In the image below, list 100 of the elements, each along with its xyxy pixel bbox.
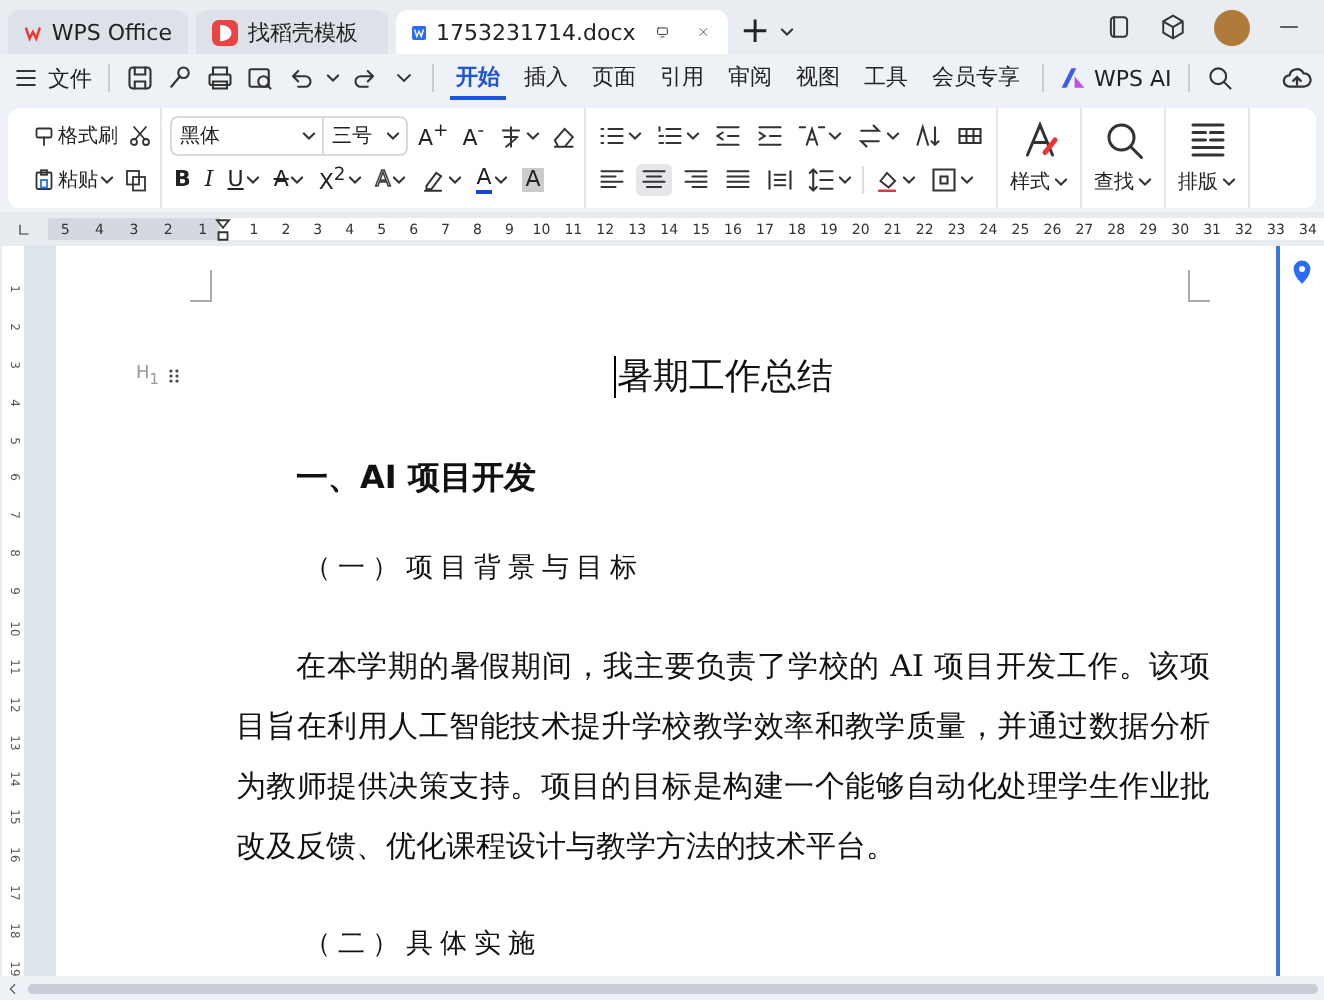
large-ribbon-button[interactable]: 样式 bbox=[998, 108, 1083, 208]
location-pin-icon bbox=[1290, 258, 1314, 286]
caret-icon bbox=[1054, 176, 1069, 188]
caret-icon bbox=[628, 130, 643, 142]
window-icon bbox=[1106, 14, 1132, 40]
format-painter-button[interactable]: 格式刷 bbox=[28, 120, 122, 152]
avatar-icon[interactable] bbox=[1214, 9, 1250, 45]
ribbon-tab[interactable]: 视图 bbox=[790, 57, 846, 99]
caret-icon bbox=[960, 174, 975, 186]
align-right-icon bbox=[682, 166, 711, 194]
caret-icon bbox=[245, 174, 260, 186]
paste-button[interactable]: 粘贴 bbox=[28, 164, 118, 196]
caret-icon bbox=[828, 130, 843, 142]
outdent-icon bbox=[714, 122, 743, 150]
body-paragraph: 在本学期的暑假期间，我主要负责了学校的 AI 项目开发工作。该项目旨在利用人工智能技术提升学校教学效率和教学质量，并通过数据分析为教师提供决策支持。项目的目标是构建一个能够自动化处理学生作业批改及反馈、优化课程设计与教学方法的技术平台。 bbox=[236, 646, 1210, 868]
window-tab[interactable]: WPS Office bbox=[8, 10, 188, 54]
align-center-icon bbox=[640, 166, 669, 194]
caret-icon bbox=[302, 130, 316, 142]
close-icon bbox=[697, 22, 709, 42]
font-size-button[interactable]: A$^{+}$ bbox=[414, 118, 453, 154]
format-button[interactable]: A bbox=[269, 166, 309, 194]
ribbon-tab[interactable]: 工具 bbox=[858, 57, 914, 99]
ribbon-tab[interactable]: 插入 bbox=[518, 57, 574, 99]
menu-icon bbox=[12, 64, 40, 92]
heading-level-marker: H$_{1}$ bbox=[136, 364, 160, 388]
caret-icon bbox=[100, 174, 114, 186]
format-button[interactable]: U bbox=[223, 166, 264, 194]
wps-ai-button[interactable]: WPS AI bbox=[1094, 65, 1172, 91]
large-ribbon-button[interactable]: 排版 bbox=[1166, 108, 1251, 208]
borders-icon bbox=[930, 166, 959, 194]
layout-icon bbox=[1187, 120, 1228, 160]
caret-icon bbox=[902, 174, 917, 186]
format-painter-icon bbox=[32, 124, 56, 148]
format-button[interactable]: A bbox=[472, 164, 512, 196]
printer-icon bbox=[206, 64, 234, 92]
document-title: 暑期工作总结 bbox=[613, 356, 833, 398]
window-tab[interactable]: 1753231714.docx bbox=[396, 10, 728, 54]
cloud-upload-icon bbox=[1282, 63, 1312, 93]
format-button[interactable]: A bbox=[371, 166, 411, 194]
align-distributed-icon bbox=[766, 166, 795, 194]
caret-icon bbox=[1222, 176, 1237, 188]
line-spacing-button[interactable] bbox=[804, 164, 857, 196]
caret-icon bbox=[780, 26, 795, 38]
clipboard-icon bbox=[32, 168, 56, 192]
undo-icon bbox=[286, 64, 314, 92]
format-button[interactable]: X$^{2}$ bbox=[314, 162, 366, 198]
borders-button[interactable] bbox=[926, 164, 979, 196]
caret-icon bbox=[392, 174, 407, 186]
scroll-left-icon bbox=[6, 981, 20, 995]
bullet-list-icon bbox=[598, 122, 627, 150]
indent-marker-icon bbox=[214, 213, 232, 245]
file-menu[interactable]: 文件 bbox=[48, 63, 92, 93]
tab-stop-icon bbox=[16, 221, 32, 237]
align-button[interactable] bbox=[636, 164, 673, 196]
search-icon bbox=[1205, 64, 1234, 92]
copy-icon bbox=[124, 168, 148, 192]
format-button[interactable]: A bbox=[517, 166, 549, 194]
text-direction-icon bbox=[798, 122, 827, 150]
caret-icon bbox=[326, 72, 340, 84]
crop-mark bbox=[1188, 270, 1210, 302]
caret-icon bbox=[886, 130, 901, 142]
caret-icon bbox=[1138, 176, 1153, 188]
eraser-icon bbox=[550, 123, 577, 149]
ai-logo-icon bbox=[1060, 66, 1086, 90]
print-preview-icon bbox=[246, 64, 274, 92]
caret-icon bbox=[448, 174, 463, 186]
swap-arrows-icon bbox=[856, 122, 885, 150]
align-justify-icon bbox=[724, 166, 753, 194]
caret-icon bbox=[347, 174, 362, 186]
font-name-select[interactable]: 黑体 bbox=[172, 118, 324, 154]
section-heading: 一、AI 项目开发 bbox=[296, 456, 538, 500]
format-button[interactable]: I bbox=[200, 166, 218, 194]
subsection-heading: （一）项目背景与目标 bbox=[304, 550, 646, 588]
highlighter-icon bbox=[420, 167, 447, 193]
font-size-button[interactable]: A$^{-}$ bbox=[458, 118, 489, 154]
horizontal-scrollbar[interactable] bbox=[28, 983, 1318, 993]
numbered-list-icon bbox=[656, 122, 685, 150]
caret-icon bbox=[838, 174, 853, 186]
paint-bucket-icon bbox=[874, 167, 901, 193]
align-left-icon bbox=[598, 166, 627, 194]
caret-icon bbox=[686, 130, 701, 142]
text-direction-button[interactable] bbox=[794, 120, 847, 152]
drag-handle-icon bbox=[165, 365, 182, 386]
table-border-icon bbox=[956, 122, 985, 150]
ribbon-tab[interactable]: 会员专享 bbox=[926, 57, 1026, 99]
sort-icon bbox=[914, 122, 943, 150]
save-icon bbox=[126, 64, 154, 92]
ribbon-tab[interactable]: 页面 bbox=[586, 57, 642, 99]
ribbon-tab[interactable]: 引用 bbox=[654, 57, 710, 99]
indent-icon bbox=[756, 122, 785, 150]
new-tab-button[interactable]: + bbox=[736, 14, 775, 50]
font-size-select[interactable]: 三号 bbox=[324, 122, 406, 150]
format-button[interactable]: B bbox=[170, 166, 195, 194]
large-ribbon-button[interactable]: 查找 bbox=[1082, 108, 1167, 208]
scissors-icon bbox=[128, 124, 152, 148]
subsection-heading: （二）具体实施 bbox=[304, 926, 544, 964]
ribbon-tab[interactable]: 审阅 bbox=[722, 57, 778, 99]
document-page[interactable]: H$_{1}$ 暑期工作总结 一、AI 项目开发 （一）项目背景与目标 在本学期的暑假期间，我主要负责了学校的 AI 项目开发工作。该项目旨在利用人工智能技术提升学校教学效率和教学质量，并通过数据分析为教师提供决策支持。项目的目标是构建一个能够自动化处理学生作业批改及反馈、优化课程设计与教学方法的技术平台。 （二）具体实施 bbox=[56, 246, 1276, 976]
cube-icon bbox=[1160, 14, 1186, 40]
window-tab[interactable]: 找稻壳模板 bbox=[196, 10, 388, 54]
